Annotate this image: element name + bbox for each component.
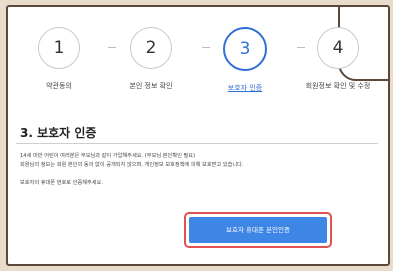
section-description: 14세 미만 어린이 여러분은 부모님과 같이 가입해주세요. (부모님 본인확… xyxy=(20,152,380,188)
step-2: 2 본인 정보 확인 xyxy=(106,27,196,91)
step-1-circle: 1 xyxy=(38,27,80,69)
step-4-circle: 4 xyxy=(317,27,359,69)
section-divider xyxy=(16,143,378,144)
registration-page: 1 약관동의 2 본인 정보 확인 3 보호자 인증 4 회원정보 확인 및 수… xyxy=(6,5,390,266)
description-line: 회원님의 정보는 회원 본인의 동의 없이 공개되지 않으며, 개인정보 보호정… xyxy=(20,162,244,168)
step-3-label[interactable]: 보호자 인증 xyxy=(200,83,290,93)
description-line: 보호자의 휴대폰 번호로 인증해주세요. xyxy=(20,180,103,186)
step-4: 4 회원정보 확인 및 수정 xyxy=(293,27,383,91)
step-3: 3 보호자 인증 xyxy=(200,27,290,93)
step-1: 1 약관동의 xyxy=(14,27,104,91)
description-line: 14세 미만 어린이 여러분은 부모님과 같이 가입해주세요. (부모님 본인확… xyxy=(20,153,196,159)
button-highlight: 보호자 휴대폰 본인인증 xyxy=(184,212,332,248)
step-2-label: 본인 정보 확인 xyxy=(129,82,173,90)
step-4-label: 회원정보 확인 및 수정 xyxy=(305,82,371,90)
section-title: 3. 보호자 인증 xyxy=(20,126,97,140)
step-1-label: 약관동의 xyxy=(46,82,72,90)
step-indicator: 1 약관동의 2 본인 정보 확인 3 보호자 인증 4 회원정보 확인 및 수… xyxy=(8,27,388,97)
step-2-circle: 2 xyxy=(130,27,172,69)
guardian-phone-verify-button[interactable]: 보호자 휴대폰 본인인증 xyxy=(189,217,327,243)
step-3-circle: 3 xyxy=(223,27,267,71)
